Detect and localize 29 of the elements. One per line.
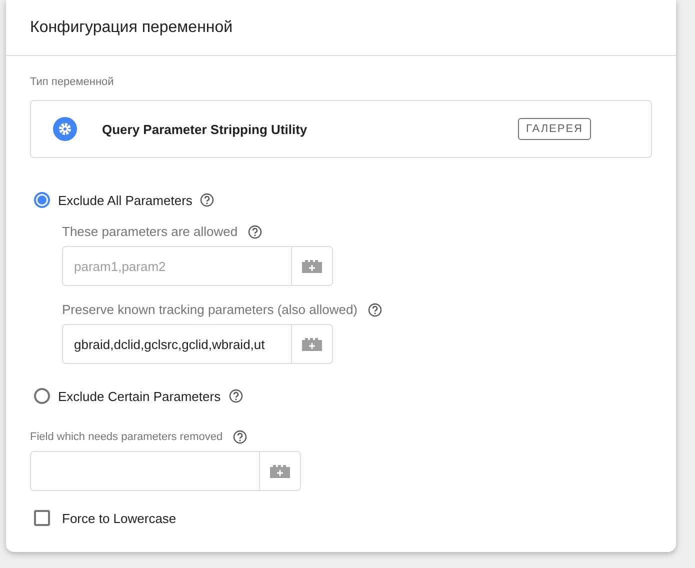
variable-picker-button[interactable]: [292, 324, 333, 364]
variable-picker-button[interactable]: [260, 451, 301, 491]
radio-button[interactable]: [34, 388, 50, 404]
card-title: Конфигурация переменной: [30, 18, 233, 36]
radio-label: Exclude Certain Parameters: [58, 388, 221, 404]
settings-icon: [53, 117, 77, 141]
section-label: Тип переменной: [30, 76, 115, 88]
radio-button[interactable]: [34, 192, 50, 208]
help-icon[interactable]: [368, 302, 382, 316]
input-field[interactable]: [30, 451, 260, 491]
variable-type-card[interactable]: Query Parameter Stripping Utility ГАЛЕРЕЯ: [30, 100, 652, 158]
brick-plus-icon: [301, 259, 323, 273]
variable-type-name: Query Parameter Stripping Utility: [102, 122, 308, 136]
field-label: Field which needs parameters removed: [30, 431, 223, 443]
help-icon[interactable]: [232, 430, 247, 444]
brick-plus-icon: [301, 337, 323, 351]
checkbox-label: Force to Lowercase: [62, 510, 176, 526]
field-label: Preserve known tracking parameters (also allowed): [62, 302, 358, 317]
brick-plus-icon: [269, 464, 291, 478]
checkbox[interactable]: [34, 510, 50, 526]
radio-label: Exclude All Parameters: [58, 192, 192, 208]
field-label: These parameters are allowed: [62, 224, 238, 239]
input-field[interactable]: gbraid,dclid,gclsrc,gclid,wbraid,ut: [62, 324, 292, 364]
input-field[interactable]: param1,param2: [62, 246, 292, 286]
help-icon[interactable]: [200, 193, 214, 207]
help-icon[interactable]: [248, 224, 262, 238]
gallery-button[interactable]: ГАЛЕРЕЯ: [518, 118, 591, 140]
variable-picker-button[interactable]: [292, 246, 333, 286]
help-icon[interactable]: [228, 389, 243, 403]
